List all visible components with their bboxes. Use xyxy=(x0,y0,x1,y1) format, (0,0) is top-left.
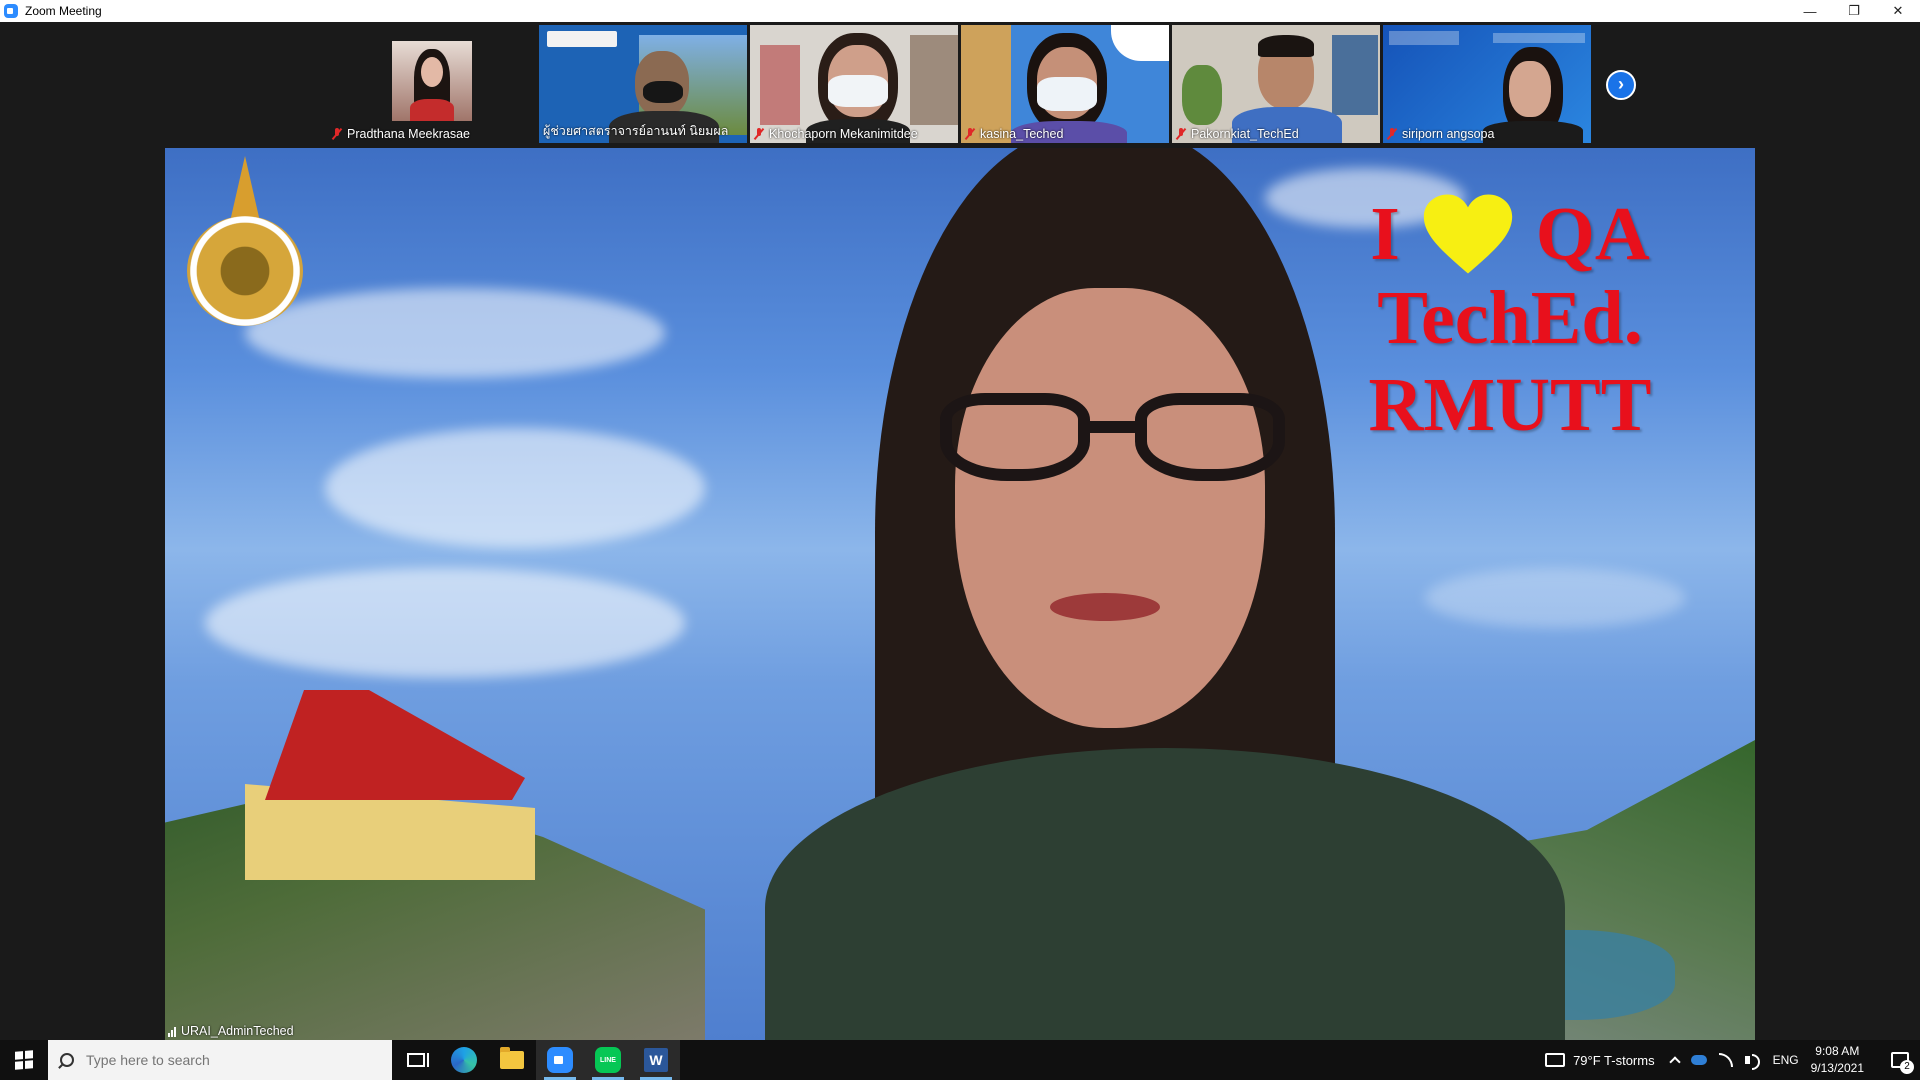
participant-tile[interactable]: kasina_Teched xyxy=(961,25,1169,143)
mic-muted-icon xyxy=(332,128,342,140)
participant-label: Pakornkiat_TechEd xyxy=(1176,127,1299,141)
participant-tile[interactable]: Pakornkiat_TechEd xyxy=(1172,25,1380,143)
title-bar: Zoom Meeting — ❐ ✕ xyxy=(0,0,1920,22)
line-taskbar-button[interactable]: LINE xyxy=(584,1040,632,1080)
zoom-taskbar-button[interactable] xyxy=(536,1040,584,1080)
edge-button[interactable] xyxy=(440,1040,488,1080)
window-title: Zoom Meeting xyxy=(25,4,102,18)
participant-label: siriporn angsopa xyxy=(1387,127,1494,141)
participant-label: Khochaporn Mekanimitdee xyxy=(754,127,918,141)
search-icon xyxy=(60,1053,74,1067)
restore-button[interactable]: ❐ xyxy=(1832,0,1876,22)
minimize-button[interactable]: — xyxy=(1788,0,1832,22)
clock-date: 9/13/2021 xyxy=(1810,1061,1864,1075)
participant-tile[interactable]: ผู้ช่วยศาสตราจารย์อานนท์ นิยมผล xyxy=(539,25,747,143)
active-speaker-video[interactable]: I QA TechEd. RMUTT xyxy=(165,148,1755,1040)
mic-muted-icon xyxy=(754,128,764,140)
participant-label: kasina_Teched xyxy=(965,127,1063,141)
participant-tile[interactable]: siriporn angsopa xyxy=(1383,25,1591,143)
onedrive-icon[interactable] xyxy=(1690,1055,1707,1065)
file-explorer-button[interactable] xyxy=(488,1040,536,1080)
mic-muted-icon xyxy=(1176,128,1186,140)
heart-icon xyxy=(1422,192,1514,276)
word-taskbar-button[interactable]: W xyxy=(632,1040,680,1080)
slogan-teched: TechEd. xyxy=(1377,276,1643,360)
participant-avatar xyxy=(392,41,472,121)
slogan-qa: QA xyxy=(1535,192,1650,276)
task-view-icon xyxy=(407,1053,429,1067)
folder-icon xyxy=(500,1047,524,1069)
windows-logo-icon xyxy=(15,1050,33,1070)
slogan-banner: I QA TechEd. RMUTT xyxy=(1320,192,1700,450)
volume-icon[interactable] xyxy=(1744,1054,1760,1070)
campus-building xyxy=(225,690,535,880)
windows-taskbar: LINE W 79°F T-storms ENG 9:08 AM 9/13/20… xyxy=(0,1040,1920,1080)
system-tray: 79°F T-storms ENG 9:08 AM 9/13/2021 2 xyxy=(1545,1040,1920,1080)
weather-widget[interactable]: 79°F T-storms xyxy=(1545,1053,1655,1068)
mic-muted-icon xyxy=(1387,128,1397,140)
task-view-button[interactable] xyxy=(392,1040,440,1080)
zoom-app-icon xyxy=(4,4,18,18)
edge-browser-icon xyxy=(451,1047,477,1073)
participant-tile[interactable]: Khochaporn Mekanimitdee xyxy=(750,25,958,143)
start-button[interactable] xyxy=(0,1040,48,1080)
university-seal-logo xyxy=(187,156,303,326)
next-page-button[interactable]: › xyxy=(1606,70,1636,100)
weather-icon xyxy=(1545,1053,1566,1067)
notification-count: 2 xyxy=(1900,1060,1914,1074)
input-language[interactable]: ENG xyxy=(1773,1053,1799,1067)
clock[interactable]: 9:08 AM 9/13/2021 xyxy=(1811,1043,1864,1077)
speaker-name-label: URAI_AdminTeched xyxy=(168,1024,294,1038)
mic-muted-icon xyxy=(965,128,975,140)
participant-label: Pradthana Meekrasae xyxy=(332,127,470,141)
participant-tile[interactable]: Pradthana Meekrasae xyxy=(328,25,536,143)
window-controls: — ❐ ✕ xyxy=(1788,0,1920,22)
network-icon[interactable] xyxy=(1718,1053,1733,1067)
participant-gallery-strip: Pradthana Meekrasae ผู้ช่วยศาสตราจารย์อา… xyxy=(0,22,1920,146)
search-input[interactable] xyxy=(86,1052,366,1068)
show-hidden-icons-chevron-icon[interactable] xyxy=(1668,1056,1681,1068)
taskbar-search[interactable] xyxy=(48,1040,392,1080)
action-center-button[interactable]: 2 xyxy=(1880,1040,1920,1080)
word-icon: W xyxy=(644,1048,668,1072)
line-app-icon: LINE xyxy=(595,1047,621,1073)
signal-strength-icon xyxy=(168,1026,176,1037)
clock-time: 9:08 AM xyxy=(1815,1044,1860,1058)
close-button[interactable]: ✕ xyxy=(1876,0,1920,22)
zoom-icon xyxy=(547,1047,573,1073)
participant-label: ผู้ช่วยศาสตราจารย์อานนท์ นิยมผล xyxy=(543,124,729,138)
slogan-i: I xyxy=(1370,192,1400,276)
slogan-rmutt: RMUTT xyxy=(1368,363,1652,447)
